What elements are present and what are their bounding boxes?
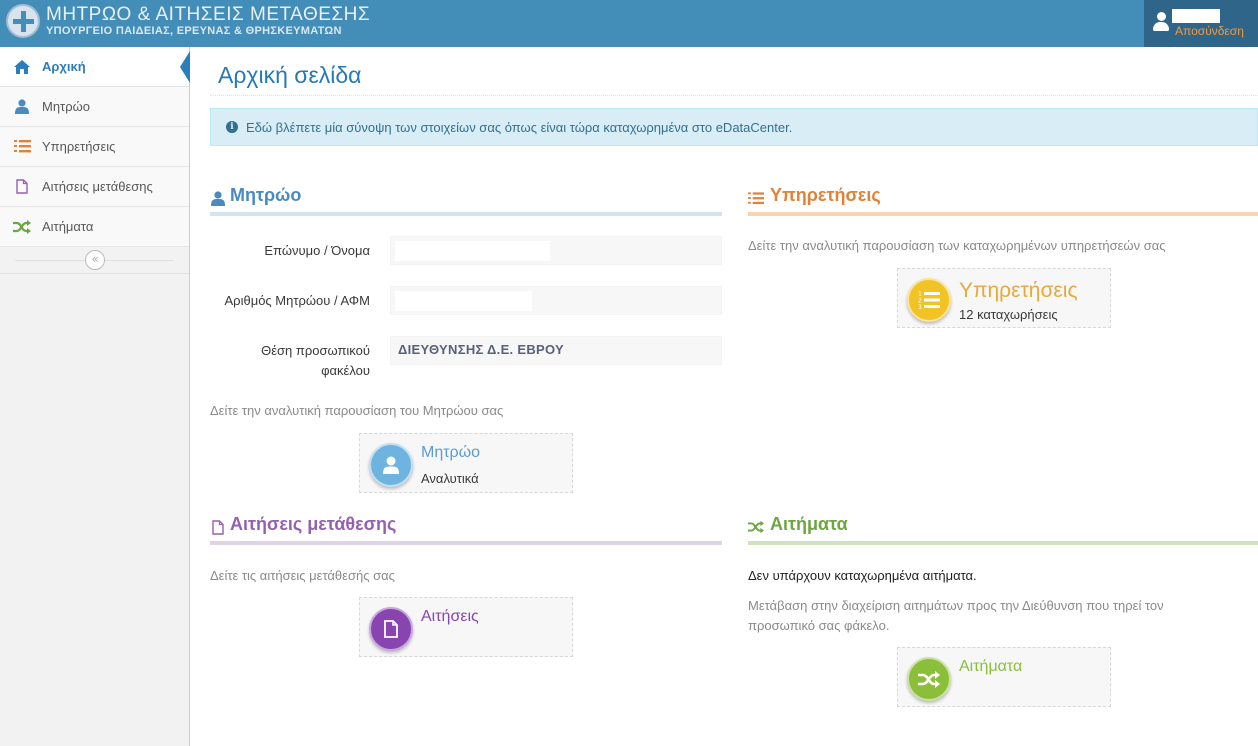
info-circle-icon: i <box>226 121 238 133</box>
svg-text:3: 3 <box>918 304 922 310</box>
mitroo-tile-button[interactable]: Μητρώο Αναλυτικά <box>359 433 573 493</box>
shuffle-icon <box>13 218 31 236</box>
logout-link[interactable]: Αποσύνδεση <box>1175 24 1244 38</box>
sidebar-item-aitiseis[interactable]: Αιτήσεις μετάθεσης <box>0 167 189 207</box>
mitroo-tile-title: Μητρώο <box>421 444 481 461</box>
user-icon <box>210 190 226 206</box>
aitiseis-description: Δείτε τις αιτήσεις μετάθεσής σας <box>210 568 395 583</box>
sidebar-item-mitroo[interactable]: Μητρώο <box>0 87 189 127</box>
aitimata-widget-title: Αιτήματα <box>770 514 848 534</box>
sidebar-item-aitimata[interactable]: Αιτήματα <box>0 207 189 247</box>
ypiretiseis-tile-button[interactable]: 123 Υπηρετήσεις 12 καταχωρήσεις <box>897 268 1111 328</box>
sidebar-item-label: Υπηρετήσεις <box>42 139 116 154</box>
user-name <box>1172 9 1220 23</box>
ypiretiseis-tile-count: 12 καταχωρήσεις <box>959 307 1058 322</box>
sidebar-item-label: Αιτήσεις μετάθεσης <box>42 179 153 194</box>
sidebar-item-label: Αιτήματα <box>42 219 94 234</box>
double-angle-left-icon[interactable]: « <box>85 250 105 270</box>
user-icon <box>13 98 31 116</box>
field-value-file-location: ΔΙΕΥΘΥΝΣΗΣ Δ.Ε. ΕΒΡΟΥ <box>390 336 722 365</box>
user-icon <box>369 443 413 487</box>
ypiretiseis-widget: Υπηρετήσεις <box>748 182 1258 216</box>
sidebar: Αρχική Μητρώο Υπηρετήσεις Αιτήσεις μετάθ… <box>0 47 190 746</box>
list-ol-icon: 123 <box>907 278 951 322</box>
field-label-name: Επώνυμο / Όνομα <box>264 243 370 258</box>
aitimata-tile-button[interactable]: Αιτήματα <box>897 647 1111 707</box>
aitimata-widget-header: Αιτήματα <box>748 511 1258 545</box>
sidebar-item-home[interactable]: Αρχική <box>0 47 190 87</box>
shuffle-icon <box>748 519 764 535</box>
field-label-file-location: Θέση προσωπικού φακέλου <box>261 343 370 378</box>
aitimata-description: Μετάβαση στην διαχείριση αιτημάτων προς … <box>748 598 1164 633</box>
aitiseis-tile-button[interactable]: Αιτήσεις <box>359 597 573 657</box>
aitiseis-widget-title: Αιτήσεις μετάθεσης <box>230 514 397 534</box>
file-icon <box>210 519 226 535</box>
aitimata-empty-message: Δεν υπάρχουν καταχωρημένα αιτήματα. <box>748 568 977 583</box>
app-title: ΜΗΤΡΩΟ & ΑΙΤΗΣΕΙΣ ΜΕΤΑΘΕΣΗΣ <box>46 4 371 25</box>
file-icon <box>13 178 31 196</box>
top-navbar: ΜΗΤΡΩΟ & ΑΙΤΗΣΕΙΣ ΜΕΤΑΘΕΣΗΣ ΥΠΟΥΡΓΕΙΟ ΠΑ… <box>0 0 1258 47</box>
file-icon <box>369 607 413 651</box>
ypiretiseis-description: Δείτε την αναλυτική παρουσίαση των καταχ… <box>748 238 1166 253</box>
mitroo-description: Δείτε την αναλυτική παρουσίαση του Μητρώ… <box>210 403 504 418</box>
list-ol-icon <box>13 138 31 156</box>
title-divider <box>210 95 1258 96</box>
field-value-registry-afm <box>390 286 722 315</box>
user-menu[interactable]: Αποσύνδεση <box>1144 0 1258 47</box>
info-alert: i Εδώ βλέπετε μία σύνοψη των στοιχείων σ… <box>210 108 1258 146</box>
aitiseis-widget: Αιτήσεις μετάθεσης <box>210 511 722 545</box>
mitroo-widget: Μητρώο <box>210 182 722 216</box>
page-title: Αρχική σελίδα <box>218 62 362 88</box>
main-content: Αρχική σελίδα i Εδώ βλέπετε μία σύνοψη τ… <box>190 47 1258 746</box>
sidebar-item-ypiretiseis[interactable]: Υπηρετήσεις <box>0 127 189 167</box>
shuffle-icon <box>907 657 951 701</box>
greek-emblem-logo <box>6 4 40 38</box>
mitroo-widget-title: Μητρώο <box>230 185 302 205</box>
aitimata-tile-title: Αιτήματα <box>959 658 1023 675</box>
aitiseis-widget-header: Αιτήσεις μετάθεσης <box>210 511 722 545</box>
brand[interactable]: ΜΗΤΡΩΟ & ΑΙΤΗΣΕΙΣ ΜΕΤΑΘΕΣΗΣ ΥΠΟΥΡΓΕΙΟ ΠΑ… <box>6 4 370 38</box>
user-avatar-icon <box>1153 12 1169 32</box>
file-location-value: ΔΙΕΥΘΥΝΣΗΣ Δ.Ε. ΕΒΡΟΥ <box>398 342 565 357</box>
ministry-subtitle: ΥΠΟΥΡΓΕΙΟ ΠΑΙΔΕΙΑΣ, ΕΡΕΥΝΑΣ & ΘΡΗΣΚΕΥΜΑΤ… <box>46 25 342 37</box>
mitroo-widget-header: Μητρώο <box>210 182 722 216</box>
field-value-name <box>390 236 722 265</box>
ypiretiseis-tile-title: Υπηρετήσεις <box>959 279 1078 302</box>
info-alert-text: Εδώ βλέπετε μία σύνοψη των στοιχείων σας… <box>246 119 793 135</box>
home-icon <box>13 58 31 76</box>
ypiretiseis-widget-title: Υπηρετήσεις <box>770 185 881 205</box>
list-ol-icon <box>748 190 764 206</box>
aitimata-widget: Αιτήματα <box>748 511 1258 545</box>
sidebar-item-label: Μητρώο <box>42 99 90 114</box>
field-label-registry-afm: Αριθμός Μητρώου / ΑΦΜ <box>224 293 370 308</box>
mitroo-tile-subtitle: Αναλυτικά <box>421 471 479 486</box>
sidebar-collapse-bar: « <box>0 247 189 274</box>
aitiseis-tile-title: Αιτήσεις <box>421 608 479 625</box>
sidebar-item-label: Αρχική <box>42 59 86 74</box>
ypiretiseis-widget-header: Υπηρετήσεις <box>748 182 1258 216</box>
